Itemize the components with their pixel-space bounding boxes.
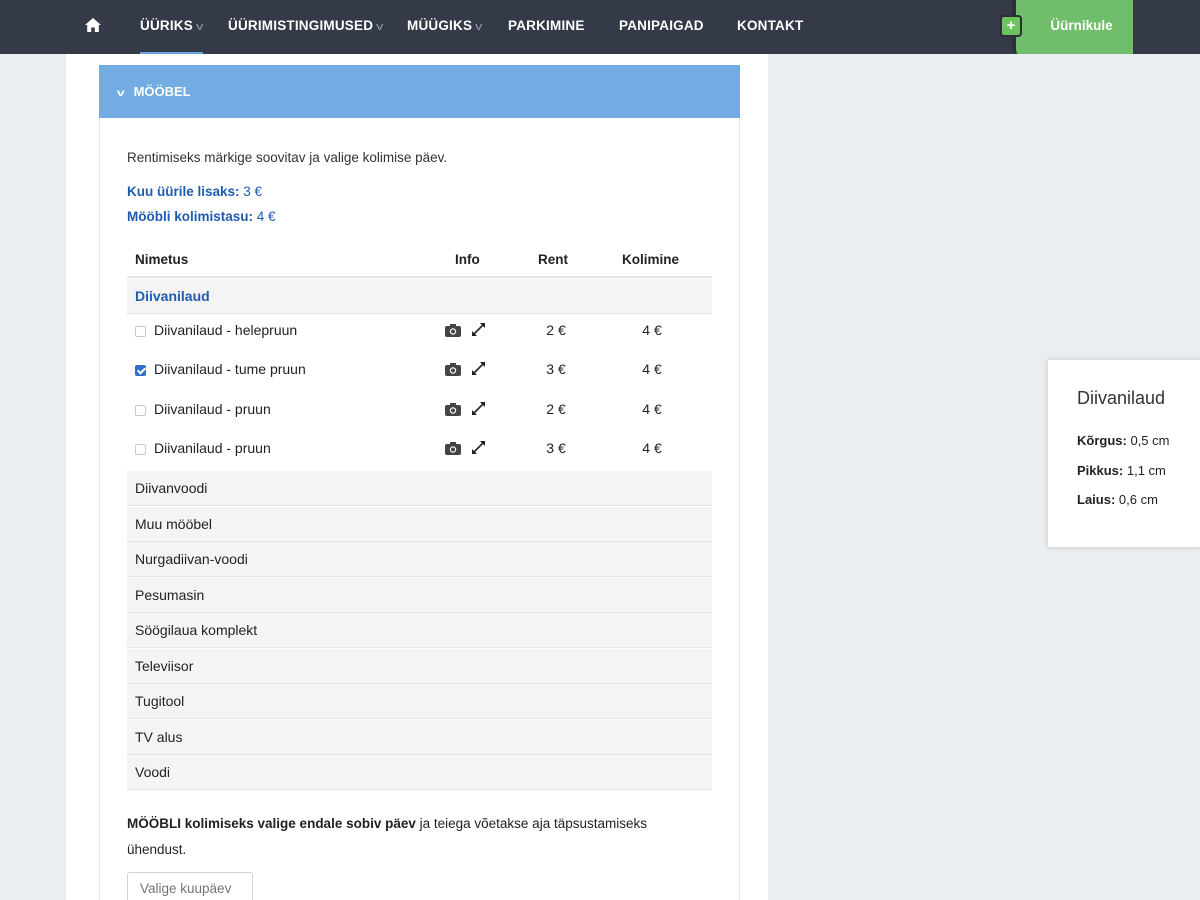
chevron-down-icon: v [116, 88, 125, 99]
panel-header-mooobel[interactable]: v MÖÖBEL [99, 65, 740, 118]
table-row: Diivanilaud - pruun 3 € 4 € [127, 429, 712, 468]
item-move: 4 € [642, 401, 662, 417]
table-row: Diivanilaud - pruun 2 € 4 € [127, 390, 712, 429]
expand-icon[interactable] [471, 401, 486, 416]
item-info-popup: Diivanilaud Kõrgus: 0,5 cm Pikkus: 1,1 c… [1048, 360, 1200, 547]
date-picker-input[interactable] [127, 872, 253, 900]
category-row[interactable]: Voodi [127, 755, 712, 790]
checkbox-checked[interactable] [135, 365, 146, 376]
monthly-fee-label: Kuu üürile lisaks: [127, 184, 240, 199]
popup-height-value: 0,5 cm [1130, 433, 1170, 448]
popup-width-value: 0,6 cm [1118, 492, 1158, 507]
chevron-down-icon: v [376, 21, 384, 33]
panel-title: MÖÖBEL [133, 84, 191, 99]
monthly-fee-value: 3 € [243, 184, 263, 199]
moving-fee-value: 4 € [256, 209, 276, 224]
nav-item-kontakt[interactable]: KONTAKT [737, 0, 803, 54]
popup-width-label: Laius: [1077, 492, 1116, 507]
nav-item-panipaigad[interactable]: PANIPAIGAD [619, 0, 704, 54]
camera-icon[interactable] [445, 362, 461, 376]
expand-icon[interactable] [471, 361, 486, 376]
item-rent: 2 € [546, 401, 566, 417]
moving-fee-label: Mööbli kolimistasu: [127, 209, 254, 224]
item-rent: 3 € [546, 440, 566, 456]
nav-item-uurimistingimused[interactable]: ÜÜRIMISTINGIMUSED v [228, 0, 383, 54]
item-move: 4 € [642, 322, 662, 338]
nav-label: PARKIMINE [508, 18, 585, 33]
nav-label: PANIPAIGAD [619, 18, 704, 33]
nav-label: ÜÜRIKS [140, 18, 193, 33]
tenant-button[interactable]: Üürnikule [1030, 0, 1133, 54]
col-header-rent: Rent [538, 252, 568, 267]
col-header-move: Kolimine [622, 252, 680, 267]
category-row[interactable]: Diivanvoodi [127, 471, 712, 506]
table-row: Diivanilaud - helepruun 2 € 4 € [127, 311, 712, 350]
item-name: Diivanilaud - pruun [154, 401, 271, 417]
popup-width: Laius: 0,6 cm [1077, 492, 1158, 507]
expand-icon[interactable] [471, 440, 486, 455]
popup-length: Pikkus: 1,1 cm [1077, 463, 1166, 478]
item-name: Diivanilaud - tume pruun [154, 361, 306, 377]
plus-icon[interactable]: + [1000, 15, 1022, 37]
table-row: Diivanilaud - tume pruun 3 € 4 € [127, 350, 712, 389]
category-row-diivanilaud[interactable]: Diivanilaud [127, 279, 712, 314]
category-row[interactable]: Söögilaua komplekt [127, 613, 712, 648]
col-header-info: Info [455, 252, 480, 267]
chevron-down-icon: v [196, 21, 204, 33]
moving-fee: Mööbli kolimistasu: 4 € [127, 209, 276, 224]
item-rent: 3 € [546, 361, 566, 377]
item-move: 4 € [642, 361, 662, 377]
nav-item-parkimine[interactable]: PARKIMINE [508, 0, 585, 54]
chevron-down-icon: v [475, 21, 483, 33]
item-move: 4 € [642, 440, 662, 456]
expand-icon[interactable] [471, 322, 486, 337]
nav-item-muugiks[interactable]: MÜÜGIKS v [407, 0, 482, 54]
nav-label: ÜÜRIMISTINGIMUSED [228, 18, 374, 33]
nav-item-uuriks[interactable]: ÜÜRIKS v [140, 0, 203, 54]
camera-icon[interactable] [445, 441, 461, 455]
monthly-fee: Kuu üürile lisaks: 3 € [127, 184, 262, 199]
nav-label: MÜÜGIKS [407, 18, 473, 33]
nav-label: KONTAKT [737, 18, 804, 33]
popup-length-label: Pikkus: [1077, 463, 1124, 478]
intro-text: Rentimiseks märkige soovitav ja valige k… [127, 150, 448, 165]
home-icon[interactable] [84, 16, 102, 34]
checkbox[interactable] [135, 405, 146, 416]
popup-height: Kõrgus: 0,5 cm [1077, 433, 1169, 448]
camera-icon[interactable] [445, 323, 461, 337]
moving-instructions: MÖÖBLI kolimiseks valige endale sobiv pä… [127, 811, 697, 863]
popup-title: Diivanilaud [1077, 388, 1166, 408]
category-row[interactable]: Pesumasin [127, 578, 712, 613]
camera-icon[interactable] [445, 402, 461, 416]
category-row[interactable]: Nurgadiivan-voodi [127, 542, 712, 577]
item-name: Diivanilaud - helepruun [154, 322, 298, 338]
category-row[interactable]: TV alus [127, 720, 712, 755]
top-navigation: ÜÜRIKS v ÜÜRIMISTINGIMUSED v MÜÜGIKS v PARK… [0, 0, 1200, 54]
category-row[interactable]: Televiisor [127, 649, 712, 684]
item-name: Diivanilaud - pruun [154, 440, 271, 456]
category-row[interactable]: Muu mööbel [127, 507, 712, 542]
checkbox[interactable] [135, 326, 146, 337]
moving-instructions-bold: MÖÖBLI kolimiseks valige endale sobiv pä… [127, 816, 416, 831]
popup-height-label: Kõrgus: [1077, 433, 1127, 448]
category-row[interactable]: Tugitool [127, 684, 712, 719]
col-header-name: Nimetus [135, 252, 189, 267]
table-header: Nimetus Info Rent Kolimine [127, 244, 712, 278]
checkbox[interactable] [135, 444, 146, 455]
popup-length-value: 1,1 cm [1126, 463, 1166, 478]
item-rent: 2 € [546, 322, 566, 338]
